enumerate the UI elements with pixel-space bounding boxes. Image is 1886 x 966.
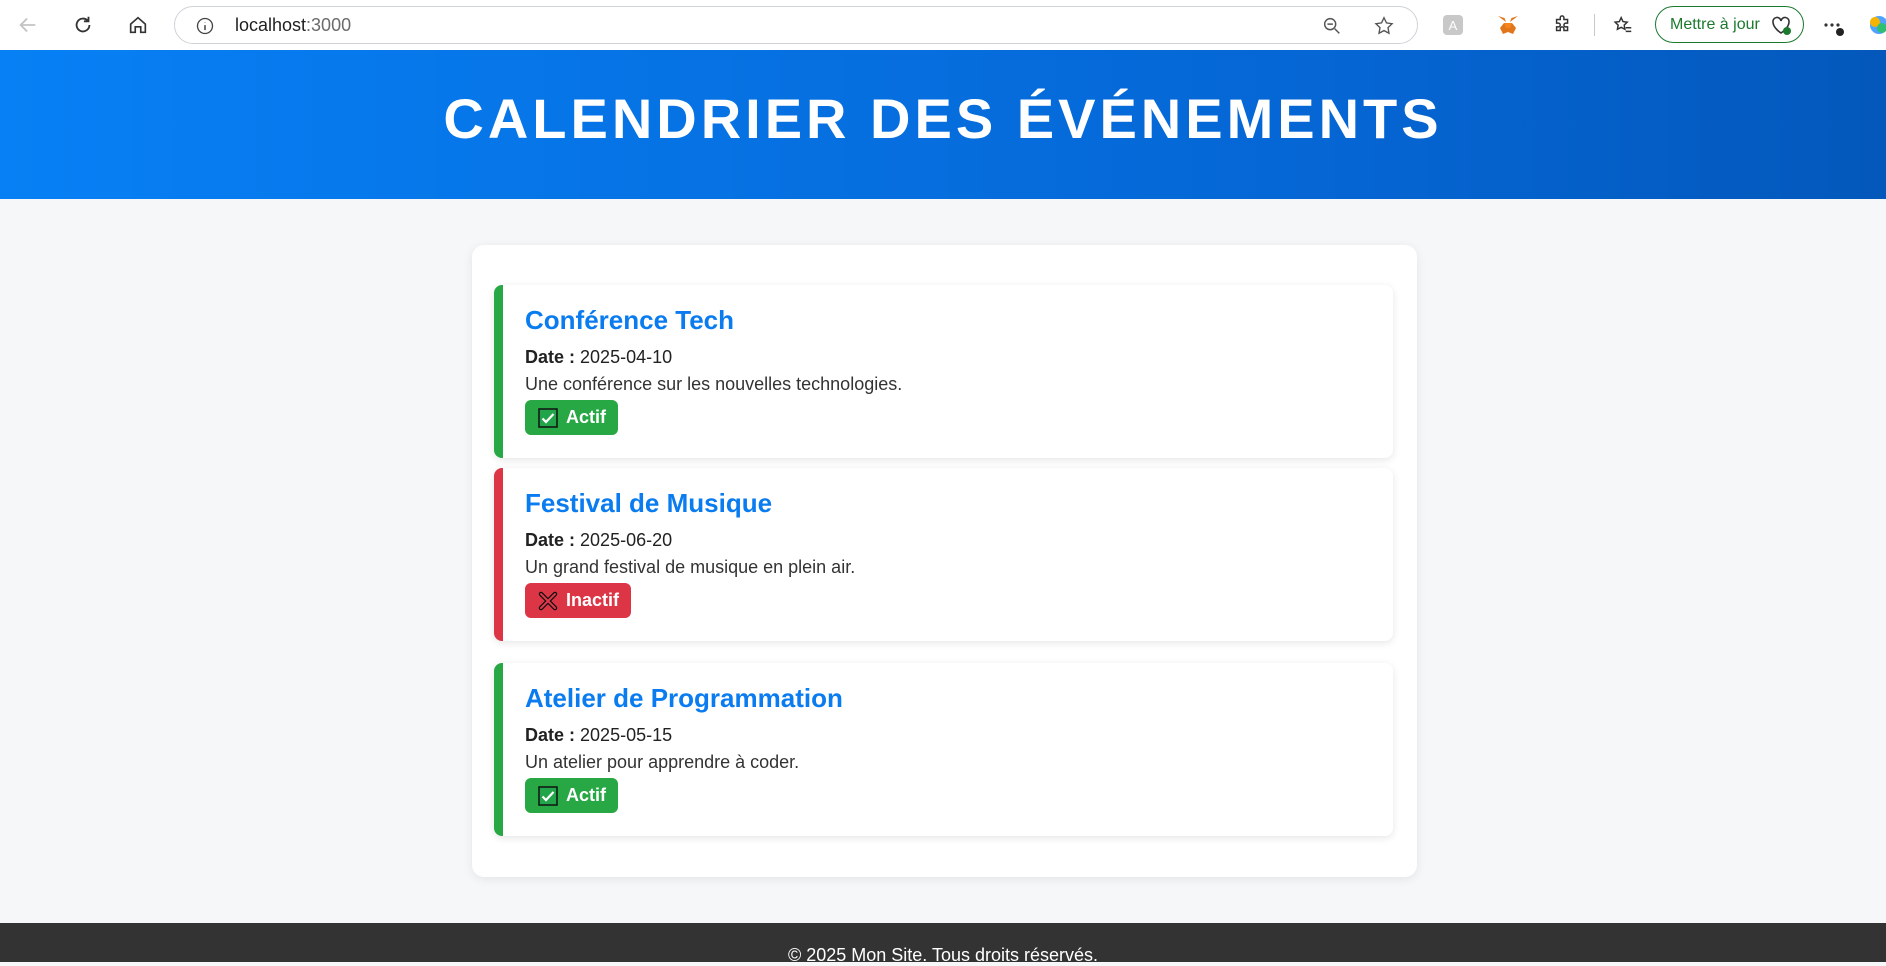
metamask-icon[interactable] <box>1495 12 1521 38</box>
info-icon[interactable] <box>195 16 215 36</box>
health-heart-icon <box>1772 16 1791 35</box>
reload-icon <box>75 16 91 33</box>
site-footer: © 2025 Mon Site. Tous droits réservés. <box>0 923 1886 965</box>
status-label: Actif <box>566 785 606 805</box>
url-text[interactable]: localhost:3000 <box>235 15 351 36</box>
event-title: Festival de Musique <box>525 488 773 518</box>
event-title: Conférence Tech <box>525 305 735 335</box>
home-icon <box>129 16 147 34</box>
event-card: Festival de Musique Date : 2025-06-20 Un… <box>494 468 1393 641</box>
update-label: Mettre à jour <box>1670 15 1760 33</box>
date-value: 2025-06-20 <box>580 530 673 550</box>
date-label: Date : <box>525 530 576 550</box>
event-description: Un atelier pour apprendre à coder. <box>525 752 800 772</box>
event-card: Atelier de Programmation Date : 2025-05-… <box>494 663 1393 836</box>
date-value: 2025-05-15 <box>580 725 673 745</box>
page-title: CALENDRIER DES ÉVÉNEMENTS <box>443 87 1443 150</box>
more-menu-icon[interactable] <box>1820 12 1846 38</box>
event-date: Date : 2025-06-20 <box>525 530 672 551</box>
zoom-out-icon[interactable] <box>1321 15 1343 37</box>
home-button[interactable] <box>122 9 154 41</box>
browser-toolbar: localhost:3000 A Mettre à jour <box>0 0 1886 50</box>
arrow-left-icon <box>19 17 36 33</box>
status-badge: Actif <box>525 400 618 435</box>
url-host: localhost <box>235 15 307 35</box>
status-label: Inactif <box>566 590 620 610</box>
address-bar[interactable]: localhost:3000 <box>174 6 1418 44</box>
date-label: Date : <box>525 347 576 367</box>
url-port: :3000 <box>306 15 352 35</box>
event-date: Date : 2025-05-15 <box>525 725 672 746</box>
check-mark-icon <box>538 407 558 428</box>
event-description: Un grand festival de musique en plein ai… <box>525 557 856 577</box>
star-icon[interactable] <box>1373 15 1395 37</box>
status-badge: Inactif <box>525 583 632 618</box>
site-header: CALENDRIER DES ÉVÉNEMENTS <box>0 50 1886 199</box>
date-label: Date : <box>525 725 576 745</box>
events-container: Conférence Tech Date : 2025-04-10 Une co… <box>472 245 1417 877</box>
cross-mark-icon <box>538 591 558 610</box>
event-description: Une conférence sur les nouvelles technol… <box>525 374 903 394</box>
toolbar-divider <box>1594 14 1595 36</box>
favorites-icon[interactable] <box>1610 12 1636 38</box>
copilot-icon[interactable] <box>1866 12 1886 38</box>
svg-text:A: A <box>1449 18 1458 33</box>
status-badge: Actif <box>525 778 618 813</box>
reload-button[interactable] <box>67 9 99 41</box>
event-card: Conférence Tech Date : 2025-04-10 Une co… <box>494 285 1393 458</box>
update-button[interactable]: Mettre à jour <box>1655 6 1804 43</box>
event-date: Date : 2025-04-10 <box>525 347 672 368</box>
check-mark-icon <box>538 785 558 806</box>
extension-a-icon[interactable]: A <box>1440 12 1466 38</box>
event-title: Atelier de Programmation <box>525 683 843 713</box>
back-button[interactable] <box>12 9 44 41</box>
status-label: Actif <box>566 407 606 427</box>
date-value: 2025-04-10 <box>580 347 673 367</box>
footer-copyright: © 2025 Mon Site. Tous droits réservés. <box>787 945 1099 965</box>
puzzle-icon[interactable] <box>1550 12 1576 38</box>
